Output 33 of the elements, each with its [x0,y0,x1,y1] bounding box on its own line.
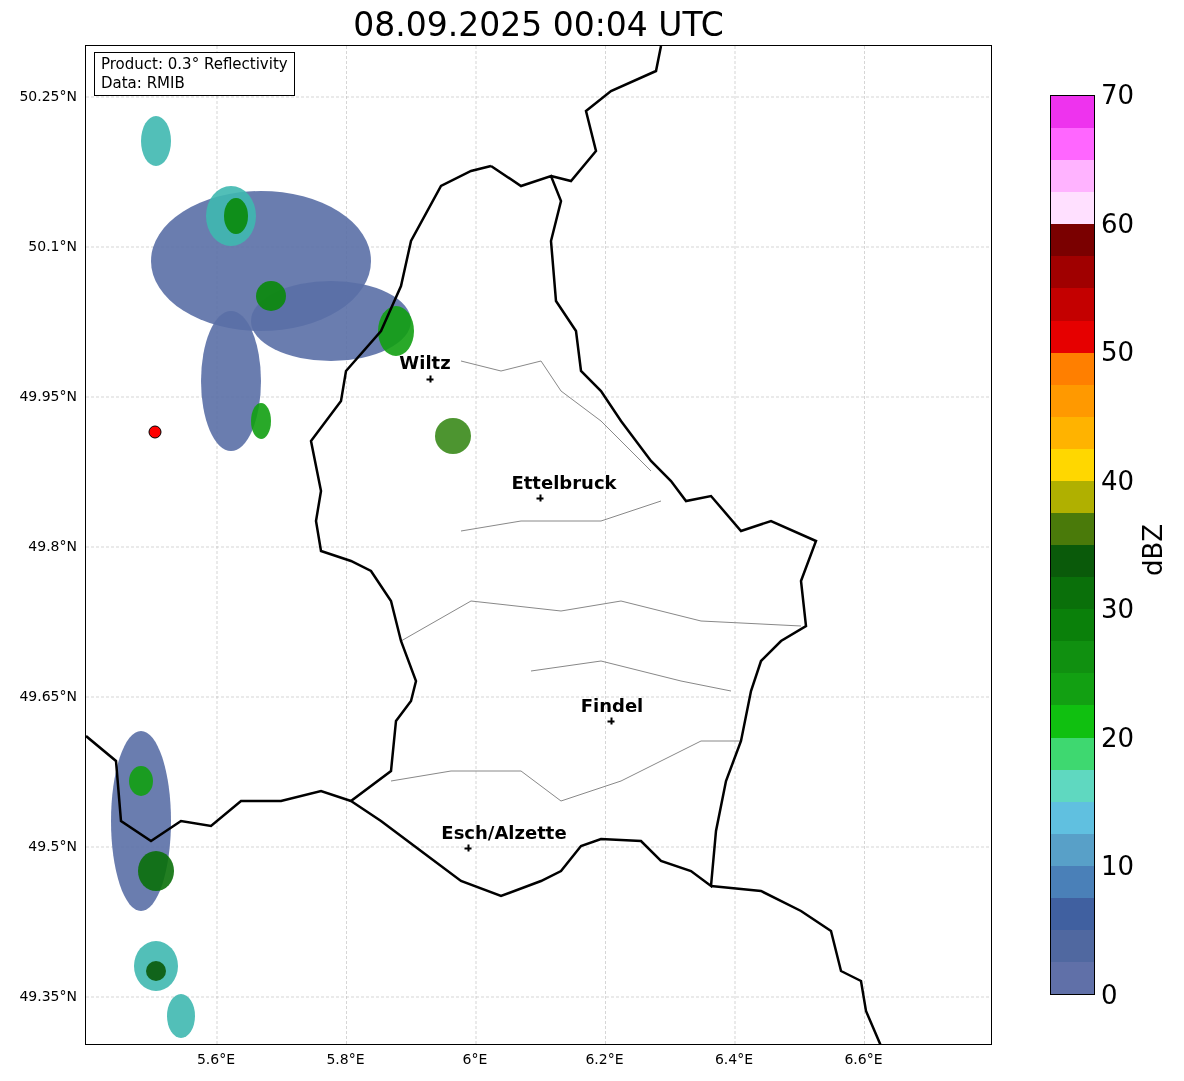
longitude-label: 5.6°E [196,1051,236,1067]
longitude-label: 6.6°E [844,1051,883,1067]
latitude-label: 50.1°N [28,238,77,254]
plus-marker-icon [464,844,472,852]
longitude-label: 6.2°E [585,1051,624,1067]
longitude-label: 5.8°E [326,1051,365,1067]
info-text: Product: 0.3° Reflectivity [101,55,288,74]
colorbar-tick-label: 20 [1101,722,1135,753]
latitude-label: 49.35°N [19,988,77,1004]
latitude-label: 49.95°N [19,388,77,404]
info-text: Data: RMIB [101,74,186,93]
city-label: Wiltz [399,351,451,373]
colorbar-tick-label: 50 [1101,337,1135,368]
city-label: Esch/Alzette [441,821,567,843]
colorbar-label: dBZ [1138,523,1168,577]
longitude-label: 6°E [462,1051,488,1067]
chart-title: 08.09.2025 00:04 UTC [353,5,724,45]
longitude-label: 6.4°E [714,1051,754,1067]
colorbar-tick-label: 10 [1101,851,1135,882]
latitude-label: 49.65°N [19,688,77,704]
colorbar-tick-label: 60 [1101,208,1135,239]
latitude-label: 49.8°N [28,538,77,554]
plus-marker-icon [607,717,615,725]
colorbar-tick-label: 40 [1101,465,1135,496]
latitude-label: 50.25°N [19,88,77,104]
plus-marker-icon [426,375,434,383]
colorbar-tick-label: 70 [1101,80,1135,110]
city-label: Findel [580,694,644,716]
city-label: Ettelbruck [511,471,617,493]
colorbar-tick-label: 30 [1101,594,1135,625]
colorbar-tick-label: 0 [1101,980,1118,1010]
latitude-label: 49.5°N [28,838,77,854]
plus-marker-icon [536,494,544,502]
